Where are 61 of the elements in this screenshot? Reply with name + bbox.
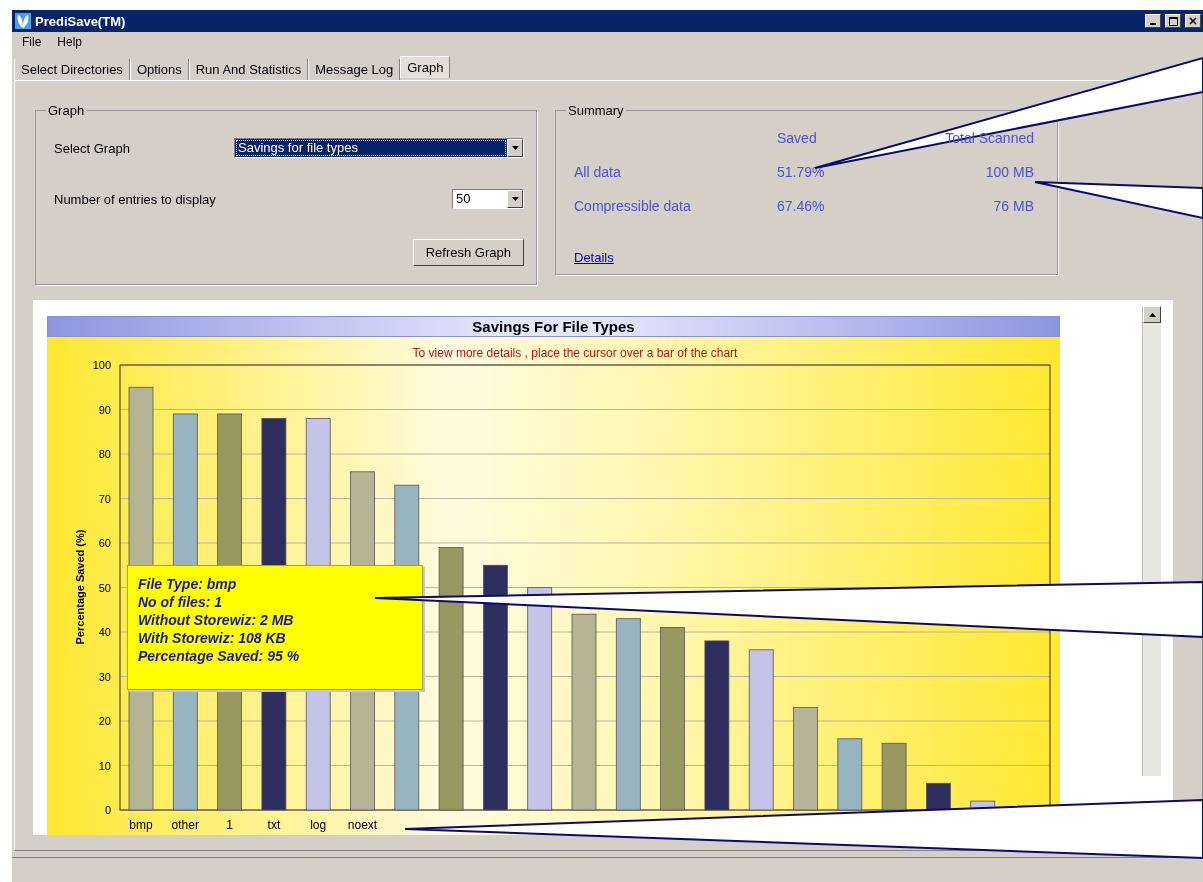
bar[interactable] — [483, 564, 508, 811]
tab[interactable]: Run And Statistics — [188, 59, 309, 80]
axis-tick-label: bmp — [129, 818, 153, 832]
caret-icon — [511, 197, 519, 201]
details-link[interactable]: Details — [574, 250, 614, 265]
window-title: PrediSave(TM) — [35, 13, 127, 29]
tab[interactable]: Message Log — [308, 59, 401, 80]
row-label: Compressible data — [574, 198, 692, 214]
tooltip-line: Percentage Saved: 95 % — [138, 648, 301, 664]
field-label: Number of entries to display — [54, 191, 216, 207]
total-value: 100 MB — [984, 164, 1034, 180]
chart-title: Savings For File Types — [472, 318, 635, 335]
up-arrow-icon — [1148, 312, 1156, 317]
axis-tick-label: 0 — [104, 804, 111, 816]
axis-tick-label: 80 — [98, 448, 111, 460]
menu-item[interactable]: Help — [57, 35, 83, 49]
entries-dropdown[interactable]: 50 — [452, 189, 524, 209]
tooltip-line: File Type: bmp — [138, 576, 238, 592]
tab[interactable]: Options — [129, 59, 189, 80]
chart-subtitle: To view more details , place the cursor over a bar of the chart — [412, 346, 738, 360]
axis-tick-label: txt — [267, 818, 281, 832]
group-title: Graph — [47, 103, 86, 118]
saved-value: 51.79% — [777, 164, 826, 180]
maximize-button[interactable] — [1165, 14, 1181, 28]
close-button[interactable] — [1185, 14, 1201, 28]
axis-title: Percentage Saved (%) — [74, 529, 86, 645]
axis-tick-label: 100 — [92, 359, 111, 371]
total-value: 76 MB — [992, 198, 1034, 214]
tab[interactable]: Graph — [400, 56, 451, 78]
saved-value: 67.46% — [777, 198, 826, 214]
maximize-icon — [1168, 16, 1178, 26]
graph-dropdown[interactable]: Savings for file types — [234, 138, 524, 158]
axis-tick-label: 90 — [98, 403, 111, 416]
bar[interactable] — [704, 640, 730, 811]
row-label: All data — [574, 164, 622, 180]
tooltip-line: No of files: 1 — [138, 594, 223, 610]
tooltip-line: Without Storewiz: 2 MB — [138, 612, 295, 628]
column-header: Saved — [777, 130, 818, 146]
axis-tick-label: 10 — [98, 759, 111, 772]
scroll-up-button[interactable] — [1143, 306, 1161, 323]
axis-tick-label: noext — [347, 818, 378, 832]
axis-tick-label: other — [171, 818, 199, 832]
axis-tick-label: 20 — [98, 715, 111, 727]
axis-tick-label: log — [310, 818, 327, 832]
bar[interactable] — [926, 782, 951, 811]
group-title: Summary — [567, 103, 625, 118]
axis-tick-label: 1 — [226, 818, 233, 832]
tab[interactable]: Select Directories — [14, 59, 130, 80]
close-icon — [1189, 17, 1197, 25]
app-logo-icon — [15, 13, 31, 29]
axis-tick-label: 40 — [98, 626, 111, 638]
field-label: Select Graph — [54, 140, 130, 156]
axis-tick-label: 60 — [98, 537, 111, 549]
minimize-button[interactable] — [1145, 14, 1161, 28]
axis-tick-label: 30 — [98, 670, 111, 683]
tooltip-line: With Storewiz: 108 KB — [138, 630, 287, 646]
caret-icon — [511, 146, 519, 150]
refresh-graph-button[interactable]: Refresh Graph — [412, 239, 524, 266]
axis-tick-label: 70 — [98, 492, 111, 505]
axis-tick-label: 50 — [98, 581, 111, 594]
menu-item[interactable]: File — [22, 35, 42, 49]
